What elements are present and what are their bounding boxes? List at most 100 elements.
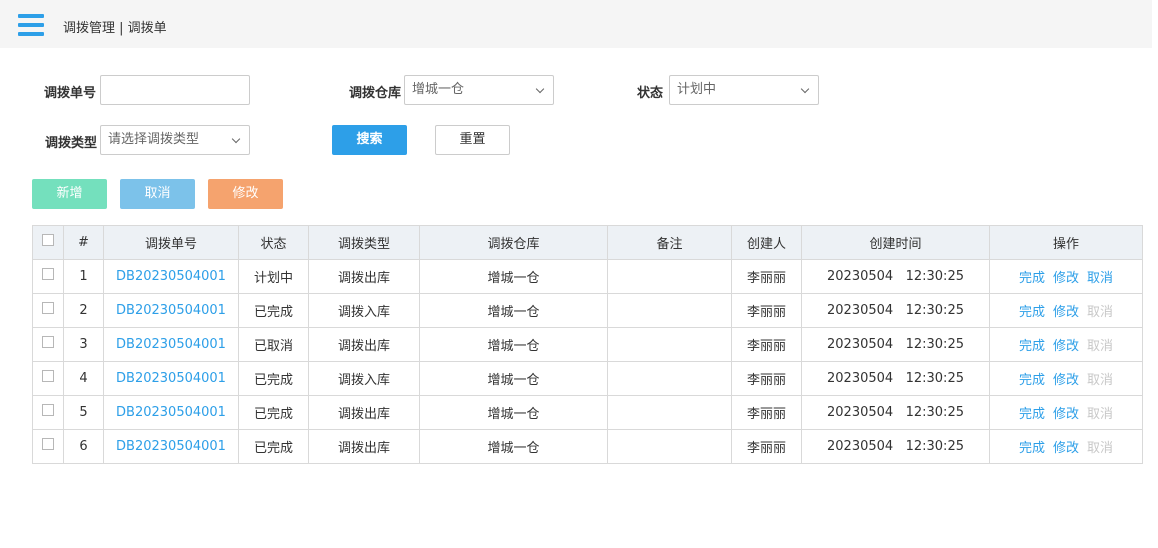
col-order-no: 调拨单号 bbox=[103, 225, 239, 260]
edit-link[interactable]: 修改 bbox=[1053, 339, 1079, 354]
col-remark: 备注 bbox=[607, 225, 732, 260]
row-created-time: 20230504 12:30:25 bbox=[801, 429, 990, 464]
row-remark bbox=[607, 429, 732, 464]
cancel-link: 取消 bbox=[1087, 373, 1114, 388]
row-checkbox[interactable] bbox=[42, 369, 54, 382]
row-checkbox[interactable] bbox=[42, 267, 54, 280]
row-index: 2 bbox=[63, 293, 104, 328]
row-warehouse: 增城一仓 bbox=[419, 327, 608, 362]
row-created-time: 20230504 12:30:25 bbox=[801, 327, 990, 362]
cancel-link[interactable]: 取消 bbox=[1087, 271, 1113, 286]
row-creator: 李丽丽 bbox=[731, 327, 802, 362]
row-index: 6 bbox=[63, 429, 104, 464]
cancel-link: 取消 bbox=[1087, 305, 1114, 320]
row-select-cell[interactable] bbox=[32, 327, 64, 362]
row-type: 调拨出库 bbox=[308, 259, 420, 294]
row-created-clock: 12:30:25 bbox=[905, 405, 964, 420]
col-index: # bbox=[63, 225, 104, 260]
row-checkbox[interactable] bbox=[42, 403, 54, 416]
complete-link[interactable]: 完成 bbox=[1019, 373, 1045, 388]
row-warehouse: 增城一仓 bbox=[419, 293, 608, 328]
row-creator: 李丽丽 bbox=[731, 361, 802, 396]
row-select-cell[interactable] bbox=[32, 429, 64, 464]
edit-link[interactable]: 修改 bbox=[1053, 373, 1079, 388]
row-select-cell[interactable] bbox=[32, 259, 64, 294]
row-created-date: 20230504 bbox=[827, 337, 894, 352]
row-select-cell[interactable] bbox=[32, 395, 64, 430]
complete-link[interactable]: 完成 bbox=[1019, 407, 1045, 422]
row-remark bbox=[607, 293, 732, 328]
edit-link[interactable]: 修改 bbox=[1053, 271, 1079, 286]
row-index: 5 bbox=[63, 395, 104, 430]
search-button[interactable]: 搜索 bbox=[332, 125, 407, 155]
complete-link[interactable]: 完成 bbox=[1019, 339, 1045, 354]
row-created-date: 20230504 bbox=[827, 371, 894, 386]
transfer-table: # 调拨单号 状态 调拨类型 调拨仓库 备注 创建人 创建时间 操作 1 DB20… bbox=[32, 225, 1143, 464]
row-creator: 李丽丽 bbox=[731, 395, 802, 430]
type-label: 调拨类型 bbox=[45, 136, 98, 151]
chevron-down-icon bbox=[231, 134, 241, 144]
complete-link[interactable]: 完成 bbox=[1019, 271, 1045, 286]
row-remark bbox=[607, 327, 732, 362]
warehouse-label: 调拨仓库 bbox=[349, 86, 402, 101]
row-index: 3 bbox=[63, 327, 104, 362]
table-header-row: # 调拨单号 状态 调拨类型 调拨仓库 备注 创建人 创建时间 操作 bbox=[32, 225, 1143, 260]
row-select-cell[interactable] bbox=[32, 293, 64, 328]
edit-link[interactable]: 修改 bbox=[1053, 407, 1079, 422]
row-status: 已取消 bbox=[238, 327, 309, 362]
breadcrumb: 调拨管理 | 调拨单 bbox=[63, 21, 167, 36]
row-status: 已完成 bbox=[238, 293, 309, 328]
col-type: 调拨类型 bbox=[308, 225, 420, 260]
row-actions: 完成 修改 取消 bbox=[989, 395, 1143, 430]
row-warehouse: 增城一仓 bbox=[419, 259, 608, 294]
row-creator: 李丽丽 bbox=[731, 293, 802, 328]
chevron-down-icon bbox=[800, 84, 810, 94]
table-row: 1 DB20230504001 计划中 调拨出库 增城一仓 李丽丽 20230504 12:… bbox=[32, 259, 1143, 294]
row-checkbox[interactable] bbox=[42, 335, 54, 348]
row-checkbox[interactable] bbox=[42, 301, 54, 314]
order-no-link[interactable]: DB20230504001 bbox=[116, 439, 226, 454]
top-bar: 调拨管理 | 调拨单 bbox=[0, 0, 1152, 48]
row-creator: 李丽丽 bbox=[731, 259, 802, 294]
warehouse-select[interactable]: 增城一仓 bbox=[404, 75, 554, 105]
complete-link[interactable]: 完成 bbox=[1019, 305, 1045, 320]
row-actions: 完成 修改 取消 bbox=[989, 429, 1143, 464]
row-index: 1 bbox=[63, 259, 104, 294]
row-status: 已完成 bbox=[238, 395, 309, 430]
row-actions: 完成 修改 取消 bbox=[989, 361, 1143, 396]
reset-button[interactable]: 重置 bbox=[435, 125, 510, 155]
row-type: 调拨出库 bbox=[308, 429, 420, 464]
menu-icon[interactable] bbox=[18, 14, 44, 36]
row-type: 调拨入库 bbox=[308, 293, 420, 328]
warehouse-select-value: 增城一仓 bbox=[412, 82, 465, 97]
order-no-link[interactable]: DB20230504001 bbox=[116, 371, 226, 386]
col-created-time: 创建时间 bbox=[801, 225, 990, 260]
order-no-link[interactable]: DB20230504001 bbox=[116, 405, 226, 420]
row-checkbox[interactable] bbox=[42, 437, 54, 450]
order-no-input[interactable] bbox=[100, 75, 250, 105]
edit-link[interactable]: 修改 bbox=[1053, 305, 1079, 320]
row-index: 4 bbox=[63, 361, 104, 396]
status-select[interactable]: 计划中 bbox=[669, 75, 819, 105]
row-created-date: 20230504 bbox=[827, 269, 894, 284]
row-remark bbox=[607, 395, 732, 430]
table-row: 2 DB20230504001 已完成 调拨入库 增城一仓 李丽丽 20230504 12:… bbox=[32, 293, 1143, 328]
order-no-link[interactable]: DB20230504001 bbox=[116, 303, 226, 318]
cancel-button[interactable]: 取消 bbox=[120, 179, 195, 209]
row-status: 已完成 bbox=[238, 429, 309, 464]
row-creator: 李丽丽 bbox=[731, 429, 802, 464]
order-no-link[interactable]: DB20230504001 bbox=[116, 269, 226, 284]
table-row: 5 DB20230504001 已完成 调拨出库 增城一仓 李丽丽 20230504 12:… bbox=[32, 395, 1143, 430]
row-created-time: 20230504 12:30:25 bbox=[801, 293, 990, 328]
row-select-cell[interactable] bbox=[32, 361, 64, 396]
complete-link[interactable]: 完成 bbox=[1019, 441, 1045, 456]
edit-button[interactable]: 修改 bbox=[208, 179, 283, 209]
row-warehouse: 增城一仓 bbox=[419, 429, 608, 464]
edit-link[interactable]: 修改 bbox=[1053, 441, 1079, 456]
type-select[interactable]: 请选择调拨类型 bbox=[100, 125, 250, 155]
add-button[interactable]: 新增 bbox=[32, 179, 107, 209]
select-all-cell[interactable] bbox=[32, 225, 64, 260]
row-created-clock: 12:30:25 bbox=[905, 439, 964, 454]
order-no-link[interactable]: DB20230504001 bbox=[116, 337, 226, 352]
select-all-checkbox[interactable] bbox=[42, 233, 54, 246]
